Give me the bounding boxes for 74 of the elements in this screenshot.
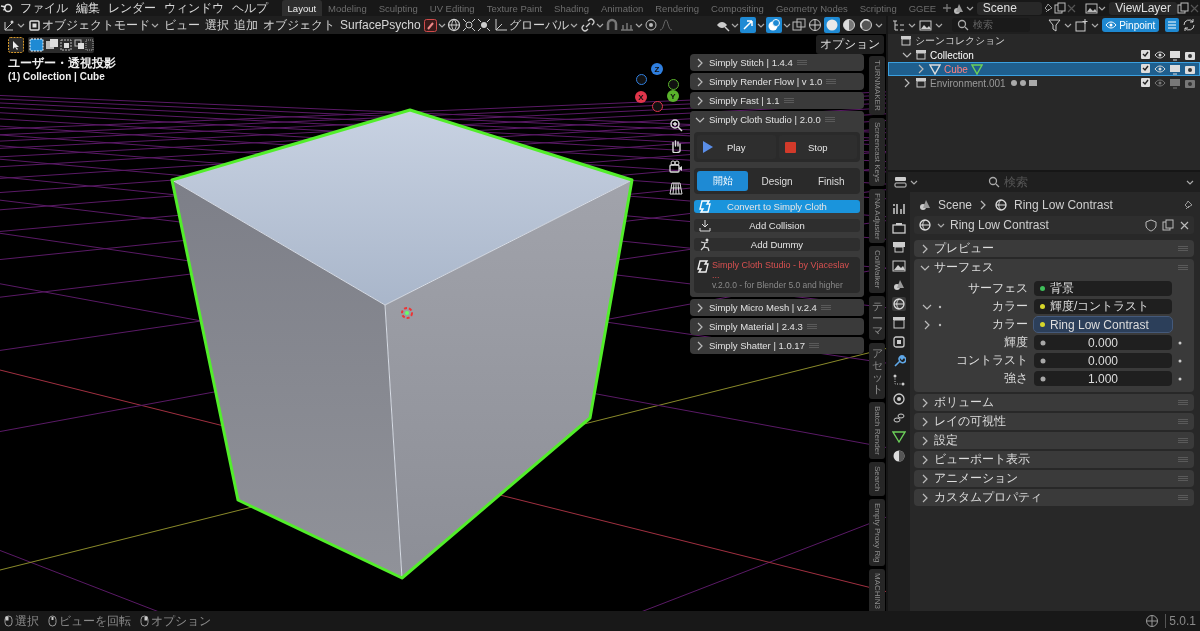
workspace-tab[interactable]: Rendering	[649, 0, 706, 16]
orientation-dropdown[interactable]: グローバル	[491, 16, 580, 34]
field-label: 強さ	[1003, 370, 1028, 387]
workspace-tab[interactable]: Animation	[595, 0, 650, 16]
add-dummy-button[interactable]: Add Dummy	[694, 238, 860, 251]
menu-item[interactable]: ビュー	[162, 16, 202, 34]
menu-item[interactable]: 追加	[232, 16, 260, 34]
object-info: (1) Collection | Cube	[8, 71, 105, 82]
workspace-tab[interactable]: Layout	[281, 0, 323, 16]
workspace-tab[interactable]: Geometry Nodes	[769, 0, 854, 16]
node-link-field[interactable]: 輝度/コントラスト	[1034, 299, 1172, 314]
tree-item[interactable]: シーンコレクション	[915, 34, 1005, 48]
mode-dropdown[interactable]: オブジェクトモード	[26, 16, 161, 34]
menu-item[interactable]: オブジェクト	[261, 16, 337, 34]
scene-field[interactable]: Scene	[976, 1, 1043, 15]
sidebar-tab[interactable]: MACHIN3	[869, 569, 885, 611]
stage-tab[interactable]: Finish	[805, 171, 857, 191]
menu-item[interactable]: 編集	[72, 0, 104, 16]
tree-item-label[interactable]: Environment.001	[930, 77, 1006, 89]
workspace-tab[interactable]: Shading	[548, 0, 595, 16]
section-title[interactable]: サーフェス	[934, 259, 994, 276]
menu-item[interactable]: 選択	[203, 16, 231, 34]
workspace-tab[interactable]: GGEE	[902, 0, 943, 16]
workspace-tab[interactable]: Scripting	[853, 0, 903, 16]
number-field[interactable]: 0.000	[1034, 353, 1172, 368]
field-label: カラー	[991, 316, 1028, 333]
add-collision-button[interactable]: Add Collision	[694, 219, 860, 232]
sidebar-tab[interactable]: アセット	[869, 343, 885, 400]
node-link-field[interactable]: Ring Low Contrast	[1034, 317, 1172, 332]
workspace-tab[interactable]: Modeling	[322, 0, 373, 16]
node-link-field[interactable]: 背景	[1034, 281, 1172, 296]
breadcrumb-item[interactable]: Scene	[938, 198, 973, 212]
sidebar-tab[interactable]: テーマ	[869, 295, 885, 341]
stage-tab[interactable]: 開始	[697, 171, 749, 191]
sidebar-tab[interactable]: TURNMAKER	[869, 56, 885, 115]
breadcrumb-item[interactable]: Ring Low Contrast	[1014, 198, 1113, 212]
menu-item[interactable]: ファイル	[16, 0, 72, 16]
workspace-tab[interactable]: Texture Paint	[480, 0, 549, 16]
version-note: v.2.0.0 - for Blender 5.0 and higher	[712, 280, 844, 291]
sidebar-tab[interactable]: FNA Adjuster	[869, 188, 885, 244]
number-field[interactable]: 0.000	[1034, 335, 1172, 350]
options-dropdown[interactable]: オプション	[816, 35, 884, 54]
stage-tab[interactable]: Design	[751, 171, 803, 191]
version-label: 5.0.1	[1165, 614, 1196, 628]
view-name: ユーザー・透視投影	[8, 55, 116, 72]
menu-item[interactable]: SurfacePsycho	[338, 18, 423, 32]
tree-item-label[interactable]: Collection	[930, 49, 974, 61]
tree-row[interactable]: Environment.001	[888, 76, 1200, 90]
menu-item[interactable]: ヘルプ	[228, 0, 272, 16]
field-label: サーフェス	[967, 280, 1028, 297]
play-button[interactable]: Play	[697, 135, 776, 159]
workspace-tab[interactable]: UV Editing	[423, 0, 481, 16]
menu-item[interactable]: レンダー	[104, 0, 160, 16]
credit-text: Simply Cloth Studio - by Vjaceslav ...	[712, 260, 851, 281]
field-label: カラー	[991, 298, 1028, 315]
filter-button[interactable]: Pinpoint	[1101, 18, 1159, 32]
sidebar-tab[interactable]: Empty Proxy Rig	[869, 498, 885, 567]
stop-button[interactable]: Stop	[778, 135, 857, 159]
sidebar-tab[interactable]: Batch Render	[869, 402, 885, 460]
menu-item[interactable]: ウィンドウ	[160, 0, 228, 16]
sidebar-tab[interactable]: Screencast Keys	[869, 117, 885, 186]
tree-row[interactable]: Collection	[888, 48, 1200, 62]
view-layer-field[interactable]: ViewLayer	[1109, 1, 1177, 15]
field-label: 輝度	[1003, 334, 1028, 351]
section-title[interactable]: 設定	[934, 432, 958, 449]
field-label: コントラスト	[955, 352, 1028, 369]
status-hint: ビューを回転	[59, 612, 131, 630]
sidebar-tab[interactable]: Search	[869, 462, 885, 496]
workspace-tab[interactable]: Compositing	[705, 0, 770, 16]
status-hint: オプション	[151, 612, 211, 630]
status-hint: 選択	[15, 612, 39, 630]
number-field[interactable]: 1.000	[1034, 371, 1172, 386]
sidebar-tab[interactable]: CollWalker	[869, 246, 885, 293]
workspace-tab[interactable]: Sculpting	[372, 0, 424, 16]
